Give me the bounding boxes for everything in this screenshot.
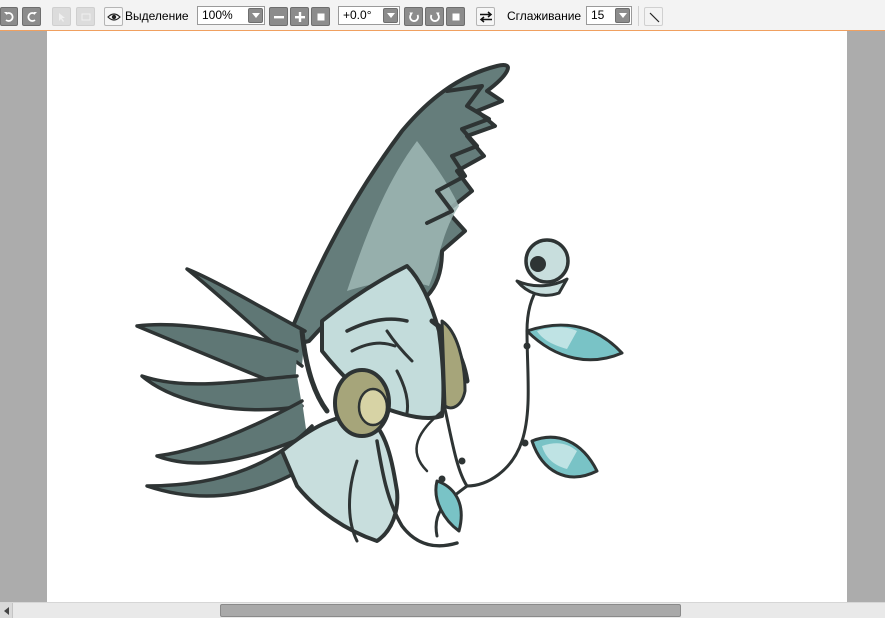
chevron-down-icon[interactable] <box>383 8 398 23</box>
zoom-in-button[interactable] <box>290 7 309 26</box>
selection-arrow-icon <box>58 12 65 22</box>
horizontal-scrollbar[interactable] <box>0 602 885 618</box>
zoom-select[interactable]: 100% <box>197 6 265 25</box>
chevron-down-icon[interactable] <box>248 8 263 23</box>
selection-tool-button[interactable] <box>52 7 71 26</box>
sketch-artwork <box>135 63 624 548</box>
plus-icon <box>294 11 305 22</box>
zoom-out-button[interactable] <box>269 7 288 26</box>
drawing-canvas[interactable] <box>47 31 847 602</box>
grid-icon <box>81 13 90 20</box>
canvas-toolbar: Выделение 100% +0.0° Сглаживание 15 <box>0 0 885 31</box>
scroll-left-button[interactable] <box>0 603 13 618</box>
leaf <box>434 479 463 533</box>
rotate-ccw-icon <box>408 12 419 22</box>
selection-visibility-button[interactable] <box>104 7 123 26</box>
line-tool-button[interactable] <box>644 7 663 26</box>
minus-icon <box>273 15 284 18</box>
rotate-cw-icon <box>429 12 440 22</box>
rotation-reset-button[interactable] <box>446 7 465 26</box>
redo-icon <box>26 11 37 22</box>
scrollbar-thumb[interactable] <box>220 604 681 617</box>
rotation-select[interactable]: +0.0° <box>338 6 400 25</box>
zoom-reset-button[interactable] <box>311 7 330 26</box>
smoothing-select[interactable]: 15 <box>586 6 632 25</box>
flip-arrows-icon <box>479 10 492 23</box>
rotate-cw-button[interactable] <box>425 7 444 26</box>
redo-button[interactable] <box>22 7 41 26</box>
square-icon <box>317 13 324 20</box>
selection-clear-button[interactable] <box>76 7 95 26</box>
square-icon <box>452 13 459 20</box>
chevron-left-icon <box>3 606 9 615</box>
character-sketch <box>135 63 624 548</box>
undo-button[interactable] <box>0 7 18 26</box>
eye-icon <box>106 12 121 21</box>
toolbar-divider <box>638 6 639 26</box>
rotate-ccw-button[interactable] <box>404 7 423 26</box>
smoothing-value: 15 <box>591 8 605 22</box>
hair-strand <box>140 374 304 412</box>
smoothing-label: Сглаживание <box>507 9 582 23</box>
undo-icon <box>4 11 14 22</box>
zoom-value: 100% <box>202 8 233 22</box>
chevron-down-icon[interactable] <box>615 8 630 23</box>
canvas-workspace[interactable] <box>0 31 885 602</box>
rotation-value: +0.0° <box>343 8 372 22</box>
diagonal-line-icon <box>649 12 659 22</box>
selection-label: Выделение <box>125 9 189 23</box>
flip-horizontal-button[interactable] <box>476 7 495 26</box>
